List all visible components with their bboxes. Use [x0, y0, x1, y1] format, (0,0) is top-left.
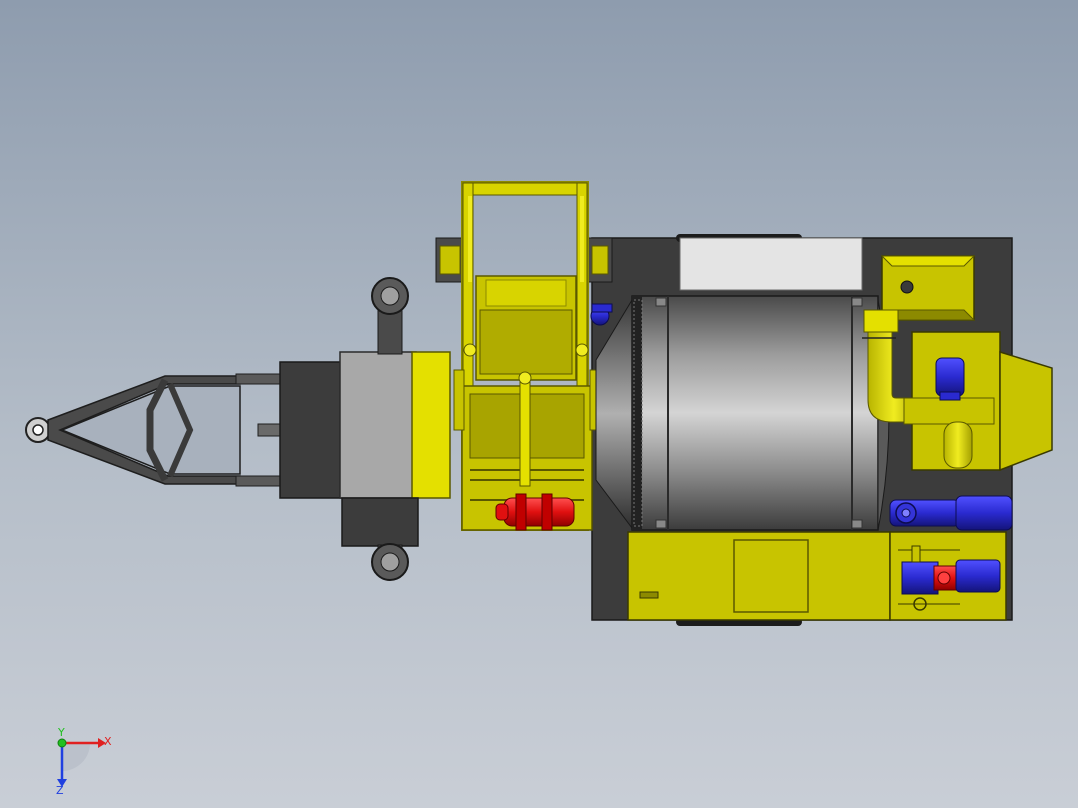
tow-hitch[interactable] [25, 373, 281, 487]
front-chassis[interactable] [279, 277, 451, 581]
drive-motor[interactable] [889, 495, 1013, 531]
discharge-chute[interactable] [903, 331, 1053, 472]
cad-viewport[interactable]: X Y Z [0, 0, 1078, 808]
triad-y-label: Y [57, 726, 65, 739]
triad-y-axis [57, 738, 67, 748]
orientation-triad: X Y Z [56, 726, 112, 795]
loading-skip-frame[interactable] [453, 181, 613, 531]
triad-z-label: Z [56, 784, 64, 795]
triad-x-label: X [104, 735, 112, 748]
hydraulic-cylinder[interactable] [495, 493, 575, 531]
mixer-model[interactable] [0, 0, 1078, 808]
triad-quadrant [62, 743, 90, 771]
mixing-drum[interactable] [595, 295, 890, 531]
